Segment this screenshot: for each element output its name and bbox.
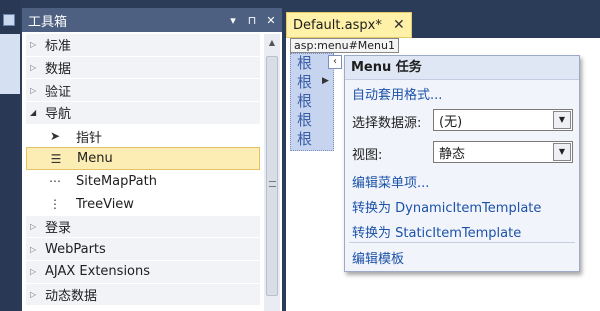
expand-arrow-icon[interactable]: ▷: [30, 222, 42, 231]
left-vertical-strip: [0, 0, 20, 311]
tab-default-aspx[interactable]: Default.aspx* ✕: [286, 12, 412, 38]
expand-arrow-icon[interactable]: ▷: [30, 245, 42, 254]
toolbox-item-pointer[interactable]: ➤ 指针: [26, 125, 260, 148]
sitemappath-icon: ⋯: [49, 174, 61, 189]
server-explorer-tab[interactable]: [0, 34, 20, 94]
close-icon[interactable]: ✕: [263, 14, 279, 27]
expand-arrow-icon[interactable]: ▷: [30, 267, 42, 276]
toolbox-title: 工具箱: [28, 14, 68, 30]
category-label: 标准: [45, 39, 72, 55]
menu-root-item[interactable]: 根: [291, 111, 333, 130]
toolbox-category-dynamic-data[interactable]: ▷ 动态数据: [26, 283, 260, 307]
server-explorer-icon[interactable]: [3, 14, 15, 26]
collapse-arrow-icon[interactable]: ◢: [30, 108, 42, 117]
category-label: 数据: [45, 62, 72, 78]
category-label: WebParts: [45, 241, 106, 257]
chevron-down-icon[interactable]: ▼: [553, 111, 571, 129]
view-value: 静态: [439, 146, 466, 162]
category-label: 验证: [45, 84, 72, 100]
pointer-icon: ➤: [49, 129, 61, 144]
datasource-label: 选择数据源:: [352, 116, 422, 131]
scrollbar-thumb[interactable]: [266, 56, 278, 296]
toolbox-category-navigation[interactable]: ◢ 导航: [26, 102, 260, 125]
convert-dynamic-template-link[interactable]: 转换为 DynamicItemTemplate: [352, 197, 541, 216]
close-icon[interactable]: ✕: [393, 17, 411, 33]
toolbox-category-ajax[interactable]: ▷ AJAX Extensions: [26, 260, 260, 284]
menu-root-item[interactable]: 根: [291, 92, 333, 111]
submenu-arrow-icon: ▶: [322, 76, 329, 86]
divider: [349, 242, 575, 243]
expand-arrow-icon[interactable]: ▷: [30, 63, 42, 72]
dropdown-icon[interactable]: ▾: [225, 14, 241, 27]
expand-arrow-icon[interactable]: ▷: [30, 86, 42, 95]
toolbox-category-data[interactable]: ▷ 数据: [26, 56, 260, 80]
menu-root-item[interactable]: 根: [291, 130, 333, 149]
toolbox-category-login[interactable]: ▷ 登录: [26, 215, 260, 239]
item-label: SiteMapPath: [76, 173, 157, 189]
chevron-down-icon[interactable]: ▼: [553, 143, 571, 161]
toolbox-item-treeview[interactable]: ⋮ TreeView: [26, 193, 260, 216]
grip-icon: [269, 181, 276, 187]
tasks-title: Menu 任务: [345, 56, 579, 80]
menu-tasks-panel: Menu 任务 自动套用格式... 选择数据源: (无) ▼ 视图: 静态 ▼ …: [344, 55, 580, 272]
item-label: TreeView: [76, 196, 134, 212]
pin-icon[interactable]: ⊓: [244, 14, 260, 27]
expand-arrow-icon[interactable]: ▷: [30, 290, 42, 299]
category-label: 动态数据: [45, 288, 98, 304]
toolbox-category-validation[interactable]: ▷ 验证: [26, 79, 260, 103]
category-label: 登录: [45, 220, 72, 236]
treeview-icon: ⋮: [49, 197, 61, 212]
toolbox-category-standard[interactable]: ▷ 标准: [26, 34, 260, 57]
smart-tag-icon[interactable]: ‹: [328, 55, 342, 69]
edit-menu-items-link[interactable]: 编辑菜单项...: [352, 172, 429, 191]
item-label: 指针: [76, 130, 103, 146]
toolbox-item-menu[interactable]: ☰ Menu: [26, 147, 260, 171]
datasource-select[interactable]: (无) ▼: [433, 109, 573, 131]
toolbox-list: ▷ 标准 ▷ 数据 ▷ 验证 ◢ 导航 ➤ 指针 ☰ Menu ⋯ SiteMa…: [26, 34, 260, 307]
toolbox-category-webparts[interactable]: ▷ WebParts: [26, 238, 260, 261]
item-label: Menu: [77, 151, 113, 167]
auto-format-link[interactable]: 自动套用格式...: [352, 84, 442, 103]
convert-static-template-link[interactable]: 转换为 StaticItemTemplate: [352, 222, 521, 241]
category-label: 导航: [45, 107, 72, 123]
view-select[interactable]: 静态 ▼: [433, 141, 573, 163]
menu-control-icon: ☰: [50, 151, 62, 166]
toolbox-scrollbar[interactable]: ▲: [264, 34, 280, 311]
view-label: 视图:: [352, 148, 383, 163]
toolbox-item-sitemappath[interactable]: ⋯ SiteMapPath: [26, 170, 260, 193]
menu-root-item[interactable]: 根: [291, 54, 333, 73]
edit-templates-link[interactable]: 编辑模板: [352, 248, 404, 267]
category-label: AJAX Extensions: [45, 264, 151, 280]
scroll-up-icon[interactable]: ▲: [264, 34, 280, 52]
toolbox-titlebar: 工具箱 ▾ ⊓ ✕: [22, 8, 282, 32]
design-surface[interactable]: asp:menu#Menu1 根 根 根 根 根 ▶ ‹ Menu 任务 自动套…: [286, 38, 600, 311]
expand-arrow-icon[interactable]: ▷: [30, 40, 42, 49]
toolbox-panel: 工具箱 ▾ ⊓ ✕ ▷ 标准 ▷ 数据 ▷ 验证 ◢ 导航 ➤ 指针 ☰ Men…: [22, 8, 282, 311]
datasource-value: (无): [439, 114, 463, 130]
control-tag: asp:menu#Menu1: [290, 38, 400, 53]
tab-label: Default.aspx*: [293, 17, 382, 33]
